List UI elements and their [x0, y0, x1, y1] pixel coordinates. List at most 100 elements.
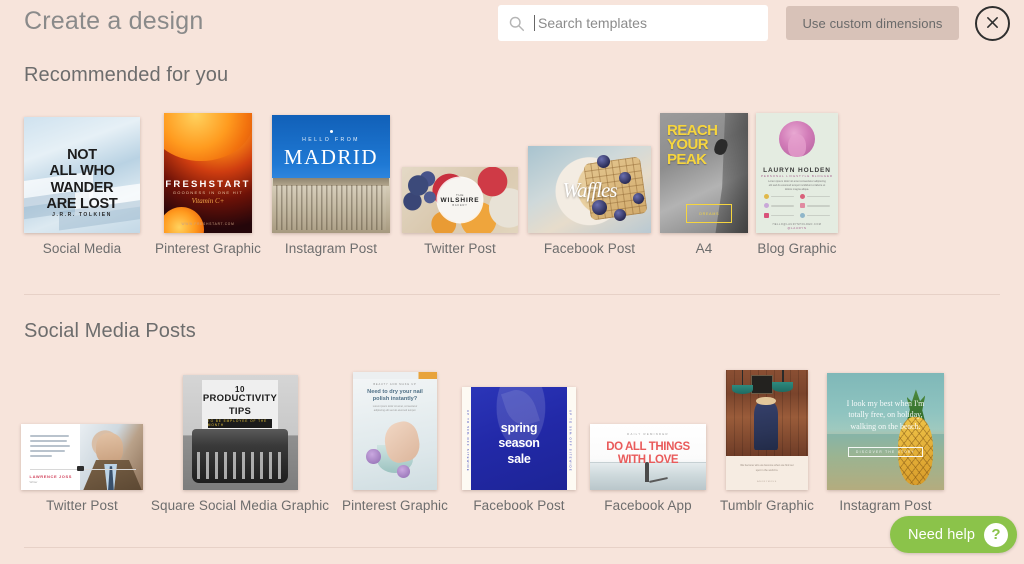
template-card-social-media[interactable]: NOT ALL WHO WANDER ARE LOST J.R.R. TOLKI… [24, 113, 140, 256]
page-title: Create a design [24, 7, 204, 35]
search-templates-field[interactable] [498, 5, 768, 41]
template-thumbnail: LAWRENCE JOSS Writer [21, 424, 143, 490]
template-label: Instagram Post [284, 241, 378, 256]
template-thumbnail: We become who we become when we find our… [726, 370, 808, 490]
logo-badge: THE WILSHIRE BAKERY [437, 177, 483, 223]
thumb-band: TO BE EMPLOYEE OF THE MONTH [207, 418, 273, 428]
template-label: Pinterest Graphic [155, 241, 261, 256]
template-card-pinterest-graphic[interactable]: FRESHSTART GOODNESS IN ONE HIT Vitamin C… [155, 113, 261, 256]
thumb-role: PERSONAL LIFESTYLE BLOGGER [761, 173, 833, 178]
template-card-instagram-post[interactable]: HELLO FROM MADRID Instagram Post [272, 113, 390, 256]
thumb-title-line-1: DO ALL THINGS [606, 440, 690, 453]
template-label: Blog Graphic [757, 241, 837, 256]
quote-lines [29, 434, 73, 457]
template-card-facebook-post[interactable]: Waffles Facebook Post [528, 113, 651, 256]
template-thumbnail: THE WILSHIRE BAKERY [402, 167, 518, 233]
thumb-title-line-2: TIPS [228, 406, 252, 418]
thumb-caption: We become who we become when we find our… [740, 463, 794, 472]
template-row-recommended: NOT ALL WHO WANDER ARE LOST J.R.R. TOLKI… [0, 105, 1024, 256]
thumb-title: FRESHSTART [165, 179, 251, 190]
thumb-credit: J.R.R. TOLKIEN [52, 211, 112, 218]
bottom-divider [24, 547, 1000, 548]
close-icon [984, 14, 1001, 34]
thumb-title-line-2: WITH LOVE [617, 454, 679, 467]
thumb-button: DISCOVER THE STORY [848, 446, 923, 458]
thumb-title-line-2: season [498, 436, 540, 451]
section-divider [24, 294, 1000, 295]
thumb-footer: WWW.FRESHSTART.COM [181, 221, 235, 226]
template-thumbnail: FRESHSTART GOODNESS IN ONE HIT Vitamin C… [164, 113, 252, 233]
template-label: Instagram Post [839, 498, 932, 513]
palace-illustration [272, 177, 390, 233]
thumb-quote: I look my best when I'm totally free, on… [846, 398, 925, 431]
close-dialog-button[interactable] [975, 6, 1010, 41]
thumb-text: NOT ALL WHO WANDER ARE LOST [46, 147, 118, 212]
template-thumbnail: BEAUTY AND MAKE UP Need to dry your nail… [353, 372, 437, 490]
template-card-twitter-post-2[interactable]: LAWRENCE JOSS Writer Twitter Post [21, 370, 143, 513]
thumb-title-line-1: PRODUCTIVITY [202, 393, 278, 405]
template-label: A4 [695, 241, 713, 256]
template-label: Twitter Post [46, 498, 118, 513]
search-input[interactable] [536, 6, 751, 40]
thumb-author: LAWRENCE JOSS [29, 474, 73, 480]
template-card-blog-graphic[interactable]: LAURYN HOLDEN PERSONAL LIFESTYLE BLOGGER… [756, 113, 838, 256]
template-card-facebook-app[interactable]: DAILY REMINDER DO ALL THINGS WITH LOVE F… [590, 370, 706, 513]
section-title-recommended: Recommended for you [24, 64, 229, 86]
template-row-social-media-posts: LAWRENCE JOSS Writer Twitter Post 10 PRO… [0, 362, 1024, 513]
portrait-photo [778, 121, 816, 158]
section-title-social-media-posts: Social Media Posts [24, 320, 196, 342]
thumb-title-line-1: spring [500, 420, 538, 435]
thumb-kicker: DAILY REMINDER [627, 431, 669, 436]
dialog-header: Create a design Use custom dimensions [0, 0, 1024, 47]
decorative-dot [329, 130, 333, 134]
template-card-twitter-post[interactable]: THE WILSHIRE BAKERY Twitter Post [402, 113, 518, 256]
template-label: Twitter Post [424, 241, 496, 256]
template-card-facebook-post-2[interactable]: spring season sale UP TO 50% OFF SITEWID… [462, 370, 576, 513]
thumb-script: Vitamin C+ [191, 197, 225, 205]
thumb-kicker: HELLO FROM [302, 137, 360, 144]
template-thumbnail: 10 PRODUCTIVITY TIPS TO BE EMPLOYEE OF T… [182, 375, 298, 490]
template-label: Pinterest Graphic [342, 498, 448, 513]
thumb-footer-handle: @LAURYN [787, 226, 807, 230]
template-label: Tumblr Graphic [720, 498, 814, 513]
thumb-title: REACH YOUR PEAK [667, 121, 718, 168]
template-thumbnail: LAURYN HOLDEN PERSONAL LIFESTYLE BLOGGER… [756, 113, 838, 233]
thumb-body: Lorem ipsum dolor sit amet, consectetur … [372, 405, 418, 413]
template-thumbnail: I look my best when I'm totally free, on… [827, 373, 944, 490]
template-label: Facebook Post [473, 498, 565, 513]
thumb-paragraph: Lorem ipsum dolor sit amet consectetur a… [768, 180, 826, 191]
question-mark-icon: ? [984, 522, 1009, 547]
template-thumbnail: HELLO FROM MADRID [272, 115, 390, 233]
search-icon [508, 15, 525, 32]
template-thumbnail: Waffles [528, 146, 651, 233]
template-card-square-social-media-graphic[interactable]: 10 PRODUCTIVITY TIPS TO BE EMPLOYEE OF T… [150, 370, 330, 513]
template-thumbnail: NOT ALL WHO WANDER ARE LOST J.R.R. TOLKI… [24, 117, 140, 233]
thumb-badge: DREAMS [686, 204, 733, 224]
template-thumbnail: REACH YOUR PEAK DREAMS [660, 113, 748, 233]
template-label: Social Media [42, 241, 122, 256]
thumb-title: Need to dry your nail polish instantly? [367, 388, 423, 402]
template-card-instagram-post-2[interactable]: I look my best when I'm totally free, on… [827, 370, 944, 513]
template-card-a4[interactable]: REACH YOUR PEAK DREAMS A4 [660, 113, 748, 256]
template-card-tumblr-graphic[interactable]: We become who we become when we find our… [719, 370, 815, 513]
template-thumbnail: spring season sale UP TO 50% OFF SITEWID… [462, 387, 576, 490]
template-label: Square Social Media Graphic [150, 498, 330, 513]
thumb-side-text-right: UP TO 50% OFF SITEWIDE [568, 409, 573, 472]
icon-grid [764, 193, 830, 218]
thumb-title-line-3: sale [507, 451, 531, 466]
thumb-title: Waffles [562, 178, 617, 203]
thumb-kicker: BEAUTY AND MAKE UP [373, 382, 417, 386]
need-help-label: Need help [908, 526, 976, 543]
template-label: Facebook Post [543, 241, 636, 256]
template-thumbnail: DAILY REMINDER DO ALL THINGS WITH LOVE [590, 424, 706, 490]
text-cursor [534, 15, 535, 31]
thumb-source: ANONYMOUS [757, 480, 777, 483]
thumb-side-text-left: UP TO 50% OFF SITEWIDE [465, 409, 470, 472]
thumb-subtitle: GOODNESS IN ONE HIT [172, 189, 244, 195]
use-custom-dimensions-button[interactable]: Use custom dimensions [786, 6, 959, 40]
template-card-pinterest-graphic-2[interactable]: BEAUTY AND MAKE UP Need to dry your nail… [341, 370, 449, 513]
thumb-author-role: Writer [29, 480, 38, 485]
thumb-title: MADRID [283, 144, 379, 169]
template-label: Facebook App [604, 498, 692, 513]
need-help-button[interactable]: Need help ? [890, 516, 1018, 553]
